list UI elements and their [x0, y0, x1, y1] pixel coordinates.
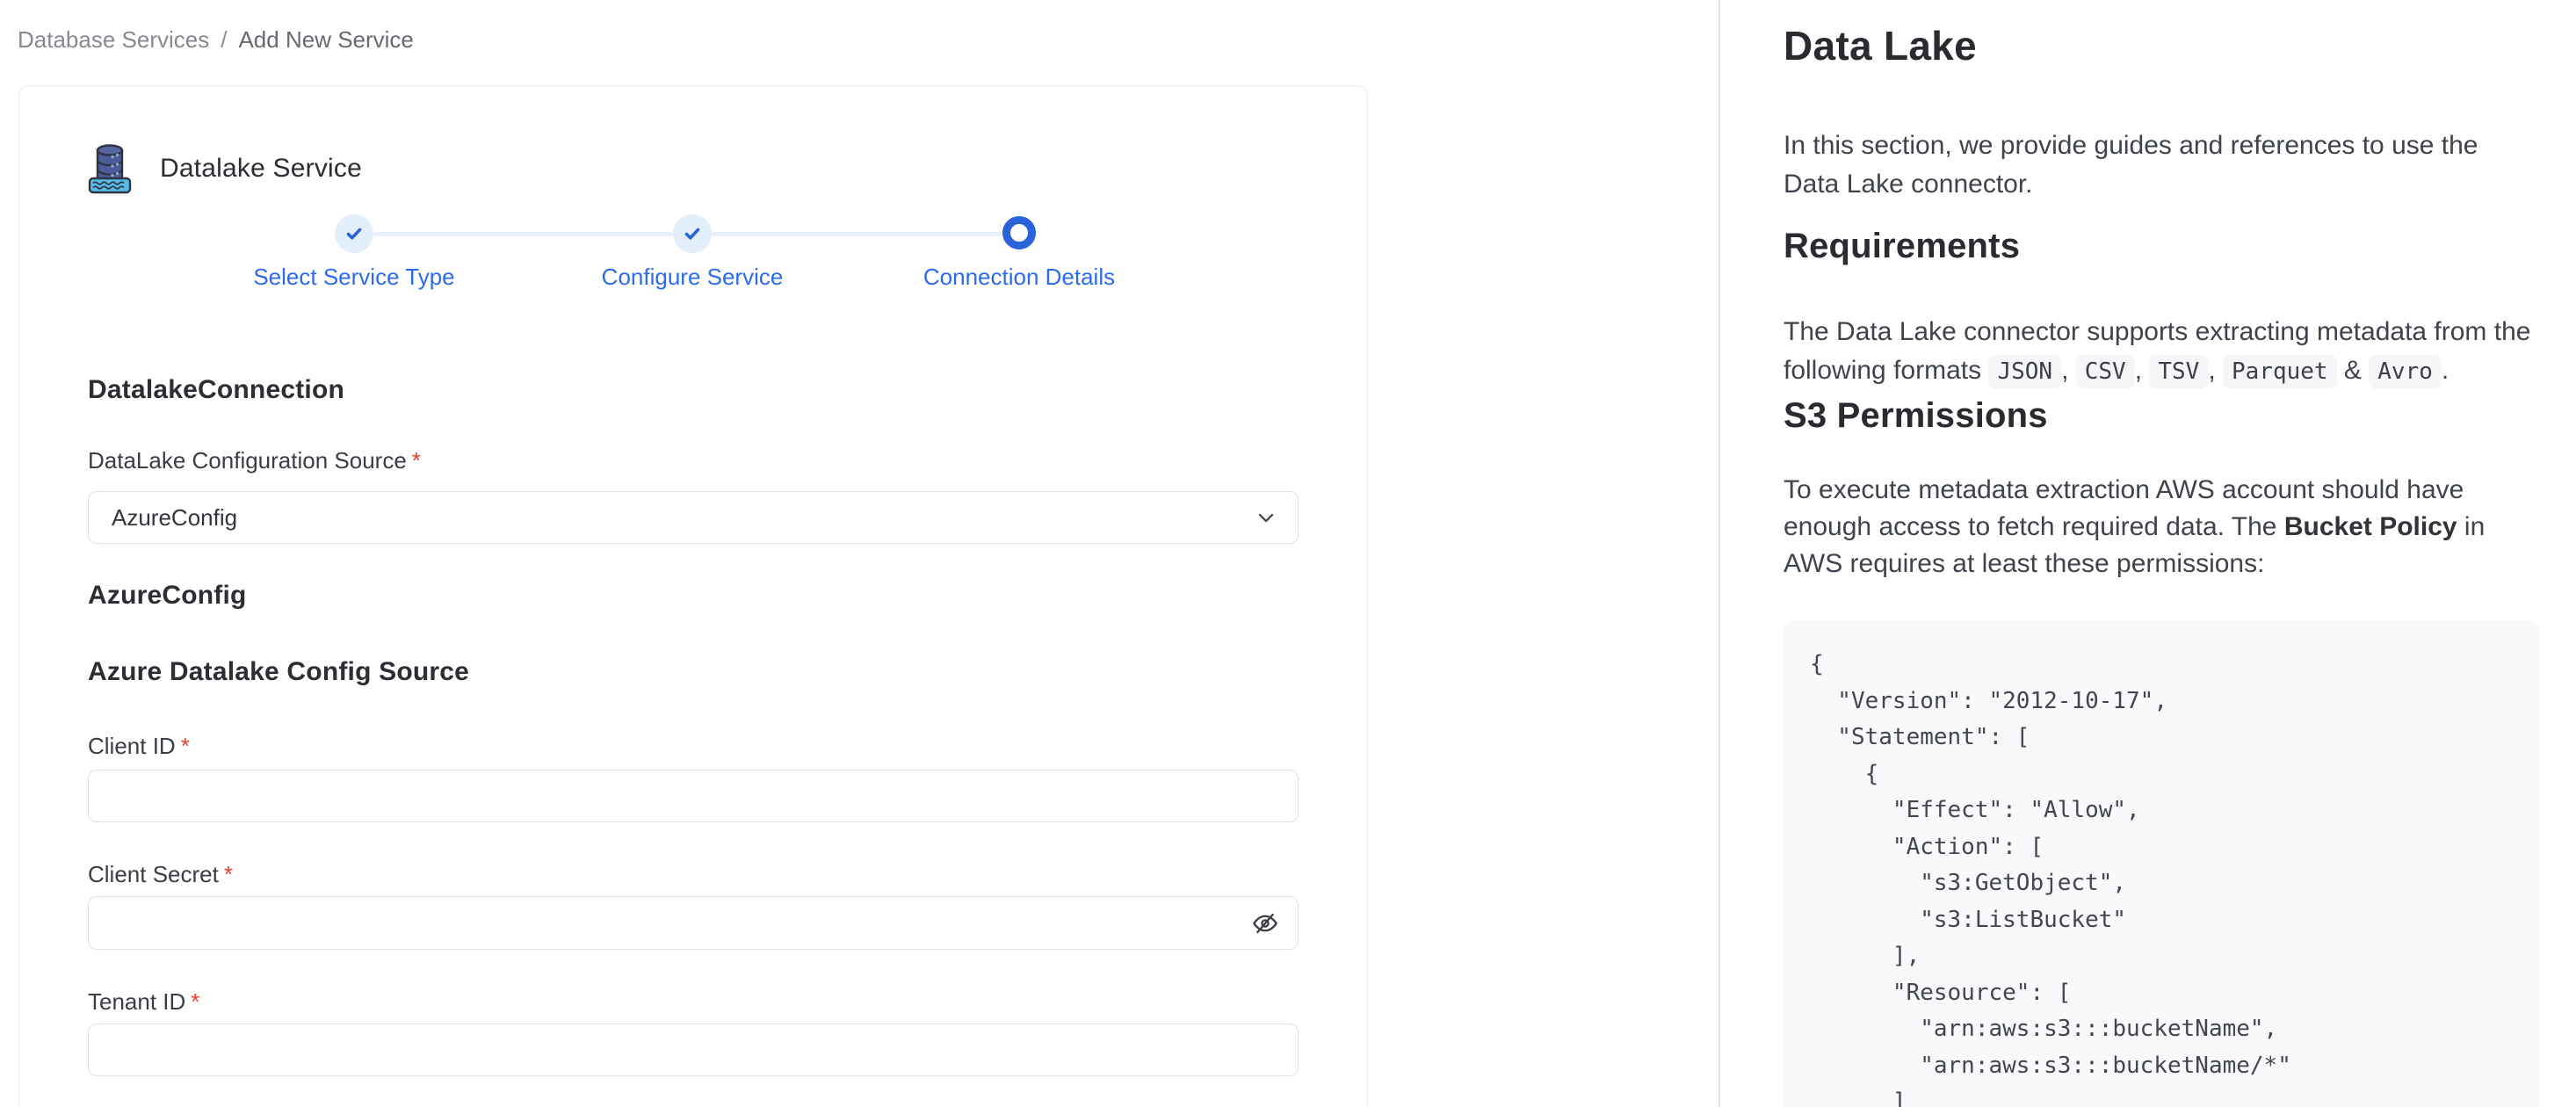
format-chip: Avro — [2369, 355, 2442, 388]
client-secret-input[interactable] — [88, 896, 1299, 950]
config-source-label-text: DataLake Configuration Source — [88, 447, 407, 474]
client-id-input[interactable] — [88, 770, 1299, 822]
requirements-heading: Requirements — [1784, 227, 2021, 265]
required-asterisk: * — [411, 447, 421, 474]
breadcrumb-database-services[interactable]: Database Services — [18, 26, 209, 54]
connection-form: DatalakeConnection DataLake Configuratio… — [19, 374, 1367, 1076]
app-root: Database Services / Add New Service Data… — [0, 0, 2576, 1107]
breadcrumb: Database Services / Add New Service — [18, 26, 414, 54]
step-label-configure-service[interactable]: Configure Service — [517, 264, 868, 291]
card-header: Datalake Service — [88, 143, 1299, 194]
tenant-id-input[interactable] — [88, 1024, 1299, 1076]
breadcrumb-add-new-service: Add New Service — [238, 26, 414, 53]
datalake-icon — [88, 143, 132, 194]
policy-paragraph: To execute metadata extraction AWS accou… — [1784, 472, 2539, 582]
step-label-select-service-type[interactable]: Select Service Type — [178, 264, 530, 291]
form-heading: DatalakeConnection — [88, 375, 344, 404]
format-chip: JSON — [1988, 355, 2062, 388]
bucket-policy-code-block: { "Version": "2012-10-17", "Statement": … — [1784, 620, 2539, 1107]
docs-panel: Data Lake In this section, we provide gu… — [1719, 0, 2576, 1107]
step-2-check-icon — [673, 214, 712, 253]
s3-permissions-heading: S3 Permissions — [1784, 396, 2048, 435]
chevron-down-icon — [1258, 513, 1274, 523]
config-source-label: DataLake Configuration Source * — [88, 446, 1299, 474]
tenant-id-label-text: Tenant ID — [88, 988, 186, 1015]
policy-bold-text: Bucket Policy — [2283, 512, 2457, 541]
step-3-active-circle-icon — [1002, 216, 1036, 250]
required-asterisk: * — [191, 988, 200, 1015]
format-chip: Parquet — [2223, 355, 2337, 388]
docs-title: Data Lake — [1784, 23, 1978, 69]
client-id-label-text: Client ID — [88, 733, 176, 759]
toggle-password-visibility-button[interactable] — [1248, 906, 1283, 941]
tenant-id-label: Tenant ID * — [88, 988, 1299, 1016]
stepper-connector-2 — [712, 232, 1002, 236]
client-secret-field — [88, 896, 1299, 950]
format-chip: CSV — [2075, 355, 2135, 388]
stepper: Select Service Type Configure Service Co… — [88, 214, 1299, 293]
azure-config-heading: AzureConfig — [88, 581, 247, 610]
step-1-check-icon — [335, 214, 373, 253]
step-label-connection-details[interactable]: Connection Details — [843, 264, 1195, 291]
required-asterisk: * — [223, 861, 233, 887]
breadcrumb-separator: / — [221, 26, 228, 53]
stepper-connector-1 — [373, 232, 673, 236]
docs-intro-paragraph: In this section, we provide guides and r… — [1784, 131, 2478, 199]
client-secret-label-text: Client Secret — [88, 861, 219, 887]
formats-paragraph: The Data Lake connector supports extract… — [1784, 313, 2539, 391]
config-source-selected-value: AzureConfig — [112, 503, 238, 531]
eye-off-icon — [1253, 913, 1277, 933]
client-secret-label: Client Secret * — [88, 860, 1299, 888]
bucket-policy-code: { "Version": "2012-10-17", "Statement": … — [1810, 651, 2291, 1107]
format-chip: TSV — [2149, 355, 2209, 388]
service-form-pane: Database Services / Add New Service Data… — [0, 0, 1719, 1107]
config-source-select[interactable]: AzureConfig — [88, 491, 1299, 544]
client-id-label: Client ID * — [88, 732, 1299, 760]
required-asterisk: * — [180, 733, 190, 759]
azure-datalake-config-source-heading: Azure Datalake Config Source — [88, 657, 470, 686]
service-title: Datalake Service — [160, 154, 362, 183]
add-service-card: Datalake Service Select Service Type Con… — [18, 85, 1368, 1107]
